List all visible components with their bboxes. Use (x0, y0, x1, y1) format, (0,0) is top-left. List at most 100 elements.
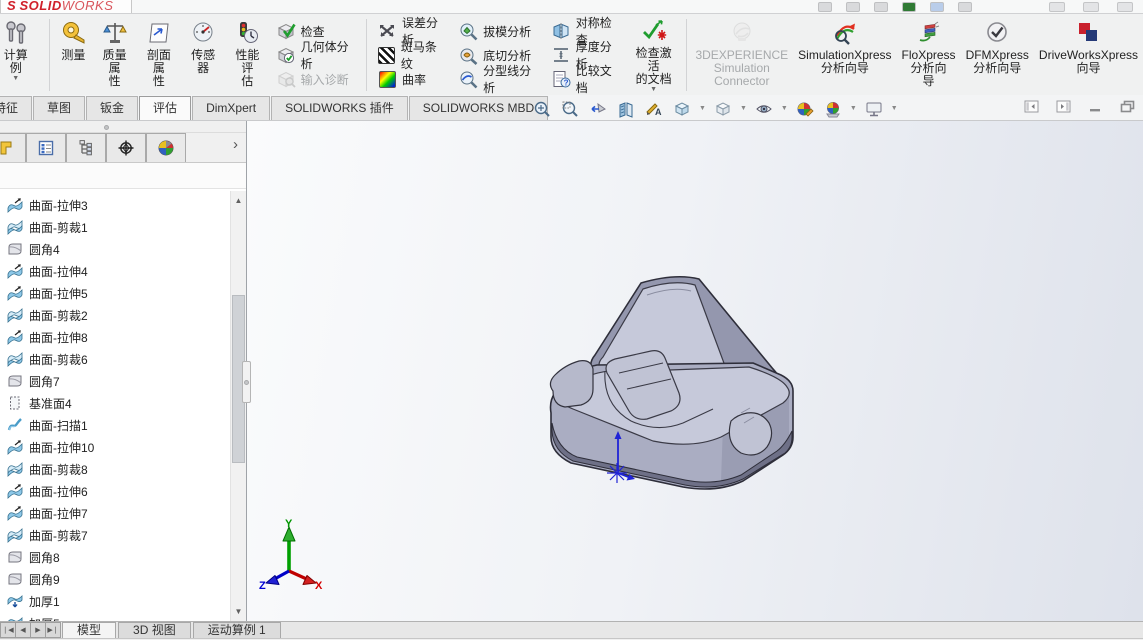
dimxpert-manager-tab[interactable] (106, 133, 146, 162)
toolbar-stub-icon[interactable] (958, 2, 972, 12)
tab-features[interactable]: 特征 (0, 96, 33, 120)
tree-filter-strip[interactable] (0, 163, 246, 189)
collapse-pane-left-button[interactable] (1023, 99, 1039, 114)
edit-appearance-button[interactable] (793, 98, 817, 120)
first-tab-button[interactable]: ❘◀ (0, 622, 16, 638)
driveworksxpress-button[interactable]: DriveWorksXpress 向导 (1034, 16, 1143, 94)
tree-item[interactable]: 圆角4 (0, 238, 230, 260)
titlebar-stub-icon[interactable] (1117, 2, 1133, 12)
graphics-viewport[interactable]: Y X Z (247, 121, 1143, 621)
mass-properties-button[interactable]: 质量属 性 (92, 16, 136, 94)
design-study-button[interactable]: 计算 例 ▼ (0, 16, 45, 94)
expand-panel-arrow[interactable]: › (233, 136, 238, 153)
toolbar-stub-icon[interactable] (930, 2, 944, 12)
hide-show-items-button[interactable] (752, 98, 776, 120)
floxpress-icon (915, 18, 943, 48)
next-tab-button[interactable]: ▶ (30, 622, 46, 638)
titlebar-stub-icon[interactable] (1049, 2, 1065, 12)
tree-item[interactable]: 基准面4 (0, 392, 230, 414)
dropdown-caret-icon[interactable]: ▼ (891, 105, 898, 112)
property-manager-tab[interactable] (26, 133, 66, 162)
tab-dimxpert[interactable]: DimXpert (192, 96, 271, 120)
tab-evaluate[interactable]: 评估 (139, 96, 192, 120)
3d-views-tab[interactable]: 3D 视图 (118, 622, 191, 638)
toolbar-stub-icon[interactable] (818, 2, 832, 12)
cad-model[interactable] (545, 273, 797, 498)
dfmxpress-icon (983, 18, 1011, 48)
sensor-button[interactable]: 传感器 (181, 16, 225, 94)
tree-item[interactable]: 曲面-剪裁6 (0, 348, 230, 370)
section-properties-button[interactable]: 剖面属 性 (137, 16, 181, 94)
curvature-button[interactable]: 曲率 (373, 67, 450, 91)
view-orientation-button[interactable] (670, 98, 694, 120)
zoom-to-area-button[interactable] (558, 98, 582, 120)
tree-item[interactable]: 曲面-拉伸6 (0, 480, 230, 502)
tree-item[interactable]: 曲面-剪裁2 (0, 304, 230, 326)
tree-item[interactable]: 曲面-剪裁1 (0, 216, 230, 238)
tree-item[interactable]: 曲面-拉伸7 (0, 502, 230, 524)
tree-item[interactable]: 圆角7 (0, 370, 230, 392)
tree-item[interactable]: 曲面-扫描1 (0, 414, 230, 436)
tree-item[interactable]: 曲面-拉伸4 (0, 260, 230, 282)
parting-line-analysis-button[interactable]: 分型线分析 (454, 64, 543, 95)
expand-pane-right-button[interactable] (1055, 99, 1071, 114)
zoom-to-fit-button[interactable] (530, 98, 554, 120)
dropdown-caret-icon[interactable]: ▼ (699, 105, 706, 112)
toolbar-stub-icon[interactable] (874, 2, 888, 12)
tree-item[interactable]: 圆角9 (0, 568, 230, 590)
apply-scene-button[interactable] (821, 98, 845, 120)
panel-splitter-handle[interactable] (242, 361, 251, 403)
tree-item[interactable]: 曲面-剪裁8 (0, 458, 230, 480)
check-active-document-button[interactable]: 检查激活 的文档 ▼ (626, 16, 682, 94)
tree-item[interactable]: 加厚1 (0, 590, 230, 612)
dropdown-caret-icon[interactable]: ▼ (850, 105, 857, 112)
previous-tab-button[interactable]: ◀ (15, 622, 31, 638)
feature-manager-tab[interactable] (0, 133, 26, 162)
geometry-analysis-button[interactable]: 几何体分析 (272, 40, 361, 71)
last-tab-button[interactable]: ▶❘ (45, 622, 61, 638)
motion-study-tab[interactable]: 运动算例 1 (192, 622, 281, 638)
dropdown-caret-icon[interactable]: ▼ (740, 105, 747, 112)
display-manager-tab[interactable] (146, 133, 186, 162)
tree-item[interactable]: 曲面-拉伸10 (0, 436, 230, 458)
mass-properties-icon (101, 18, 129, 48)
previous-view-button[interactable] (586, 98, 610, 120)
configuration-manager-tab[interactable] (66, 133, 106, 162)
tab-sketch[interactable]: 草图 (33, 96, 86, 120)
tree-item[interactable]: 圆角8 (0, 546, 230, 568)
view-settings-button[interactable] (862, 98, 886, 120)
model-tab[interactable]: 模型 (62, 622, 117, 638)
tree-item[interactable]: 曲面-拉伸5 (0, 282, 230, 304)
scroll-up-arrow[interactable]: ▲ (231, 193, 246, 208)
tree-item[interactable]: 曲面-拉伸3 (0, 194, 230, 216)
tree-item[interactable]: 曲面-拉伸8 (0, 326, 230, 348)
toolbar-stub-icon[interactable] (846, 2, 860, 12)
tree-scrollbar[interactable]: ▲ ▼ (230, 191, 246, 621)
tab-solidworks-mbd[interactable]: SOLIDWORKS MBD (408, 96, 549, 120)
logo-s: S (7, 0, 17, 13)
performance-evaluation-button[interactable]: 性能评 估 (225, 16, 269, 94)
annotation-visibility-button[interactable]: A (642, 98, 666, 120)
display-style-button[interactable] (711, 98, 735, 120)
tree-item[interactable]: 曲面-剪裁7 (0, 524, 230, 546)
tab-solidworks-addins[interactable]: SOLIDWORKS 插件 (271, 96, 408, 120)
panel-top-splitter[interactable] (0, 121, 246, 133)
tab-sheet-metal[interactable]: 钣金 (86, 96, 139, 120)
toolbar-stub-icon[interactable] (902, 2, 916, 12)
minimize-window-button[interactable] (1087, 99, 1103, 114)
zebra-stripes-button[interactable]: 斑马条纹 (373, 40, 450, 71)
compare-documents-button[interactable]: ? 比较文档 (547, 64, 624, 95)
scroll-down-arrow[interactable]: ▼ (231, 604, 246, 619)
floxpress-button[interactable]: FloXpress 分析向 导 (897, 16, 961, 94)
measure-button[interactable]: 测量 (54, 16, 92, 94)
tree-item[interactable]: 加厚5 (0, 612, 230, 621)
draft-analysis-button[interactable]: 拔模分析 (454, 19, 543, 43)
dfmxpress-button[interactable]: DFMXpress 分析向导 (961, 16, 1034, 94)
surface-trim-icon (7, 461, 23, 477)
restore-window-button[interactable] (1119, 99, 1135, 114)
dropdown-caret-icon[interactable]: ▼ (781, 105, 788, 112)
titlebar-stub-icon[interactable] (1083, 2, 1099, 12)
simulationxpress-button[interactable]: SimulationXpress 分析向导 (793, 16, 896, 94)
section-view-button[interactable] (614, 98, 638, 120)
command-tabs: 特征 草图 钣金 评估 DimXpert SOLIDWORKS 插件 SOLID… (0, 96, 549, 120)
